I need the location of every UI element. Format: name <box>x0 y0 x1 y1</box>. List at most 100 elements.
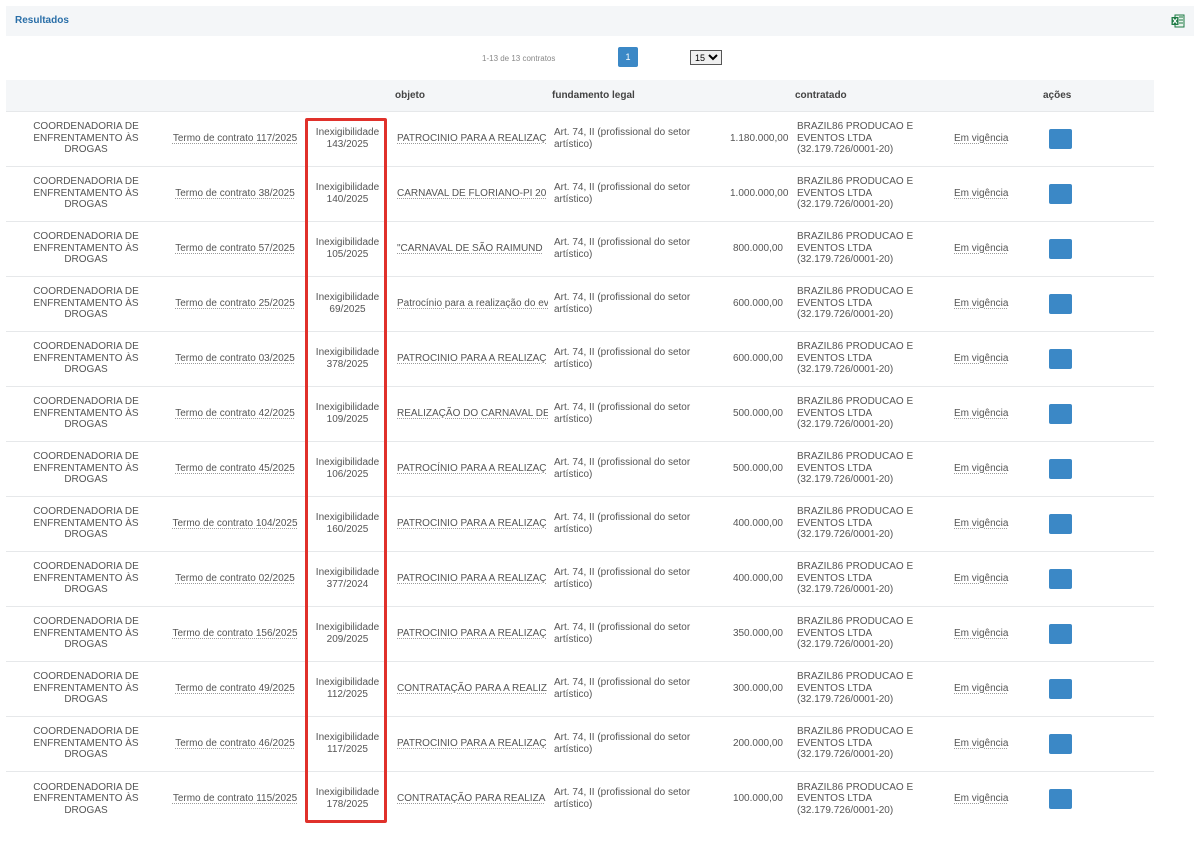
cell-termo[interactable]: Termo de contrato 57/2025 <box>166 220 304 276</box>
cell-status[interactable]: Em vigência <box>946 605 1039 661</box>
cell-objeto[interactable]: PATROCINIO PARA A REALIZAÇ <box>391 605 548 661</box>
termo-link[interactable]: Termo de contrato 02/2025 <box>175 573 295 584</box>
objeto-link[interactable]: PATROCINIO PARA A REALIZAÇ <box>397 353 546 364</box>
status-link[interactable]: Em vigência <box>954 738 1008 749</box>
cell-termo[interactable]: Termo de contrato 104/2025 <box>166 495 304 551</box>
action-button[interactable] <box>1049 568 1072 589</box>
action-button[interactable] <box>1049 128 1072 149</box>
status-link[interactable]: Em vigência <box>954 408 1008 419</box>
cell-termo[interactable]: Termo de contrato 49/2025 <box>166 660 304 716</box>
termo-link[interactable]: Termo de contrato 03/2025 <box>175 353 295 364</box>
objeto-link[interactable]: PATROCINIO PARA A REALIZAÇ <box>397 573 546 584</box>
action-button[interactable] <box>1049 733 1072 754</box>
action-button[interactable] <box>1049 238 1072 259</box>
termo-link[interactable]: Termo de contrato 42/2025 <box>175 408 295 419</box>
cell-objeto[interactable]: PATROCINIO PARA A REALIZAÇ <box>391 330 548 386</box>
action-button[interactable] <box>1049 403 1072 424</box>
termo-link[interactable]: Termo de contrato 104/2025 <box>172 518 297 529</box>
cell-objeto[interactable]: CARNAVAL DE FLORIANO-PI 20 <box>391 165 548 221</box>
status-link[interactable]: Em vigência <box>954 463 1008 474</box>
cell-status[interactable]: Em vigência <box>946 330 1039 386</box>
cell-termo[interactable]: Termo de contrato 45/2025 <box>166 440 304 496</box>
termo-link[interactable]: Termo de contrato 115/2025 <box>173 793 297 804</box>
objeto-link[interactable]: PATROCINIO PARA A REALIZAÇ <box>397 518 546 529</box>
cell-objeto[interactable]: CONTRATAÇÃO PARA A REALIZ <box>391 660 548 716</box>
cell-termo[interactable]: Termo de contrato 156/2025 <box>166 605 304 661</box>
cell-status[interactable]: Em vigência <box>946 770 1039 826</box>
termo-link[interactable]: Termo de contrato 57/2025 <box>175 243 295 254</box>
cell-processo: Inexigibilidade 178/2025 <box>304 770 391 826</box>
cell-termo[interactable]: Termo de contrato 38/2025 <box>166 165 304 221</box>
objeto-link[interactable]: Patrocínio para a realização do ev <box>397 298 548 309</box>
termo-link[interactable]: Termo de contrato 38/2025 <box>175 188 295 199</box>
cell-status[interactable]: Em vigência <box>946 385 1039 441</box>
cell-status[interactable]: Em vigência <box>946 110 1039 166</box>
action-button[interactable] <box>1049 348 1072 369</box>
cell-objeto[interactable]: REALIZAÇÃO DO CARNAVAL DE <box>391 385 548 441</box>
cell-status[interactable]: Em vigência <box>946 440 1039 496</box>
cell-objeto[interactable]: PATROCINIO PARA A REALIZAÇ <box>391 550 548 606</box>
cell-status[interactable]: Em vigência <box>946 660 1039 716</box>
cell-termo[interactable]: Termo de contrato 02/2025 <box>166 550 304 606</box>
cell-status[interactable]: Em vigência <box>946 495 1039 551</box>
objeto-link[interactable]: PATROCINIO PARA A REALIZAÇ <box>397 738 546 749</box>
status-link[interactable]: Em vigência <box>954 188 1008 199</box>
cell-status[interactable]: Em vigência <box>946 165 1039 221</box>
objeto-link[interactable]: CONTRATAÇÃO PARA A REALIZ <box>397 683 547 694</box>
termo-link[interactable]: Termo de contrato 156/2025 <box>172 628 297 639</box>
objeto-link[interactable]: REALIZAÇÃO DO CARNAVAL DE <box>397 408 548 419</box>
termo-link[interactable]: Termo de contrato 117/2025 <box>173 133 297 144</box>
objeto-link[interactable]: PATROCINIO PARA A REALIZAÇ <box>397 133 546 144</box>
action-button[interactable] <box>1049 678 1072 699</box>
status-link[interactable]: Em vigência <box>954 353 1008 364</box>
cell-termo[interactable]: Termo de contrato 42/2025 <box>166 385 304 441</box>
cell-objeto[interactable]: PATROCINIO PARA A REALIZAÇ <box>391 495 548 551</box>
objeto-link[interactable]: PATROCINIO PARA A REALIZAÇ <box>397 628 546 639</box>
termo-link[interactable]: Termo de contrato 45/2025 <box>175 463 295 474</box>
cell-termo[interactable]: Termo de contrato 115/2025 <box>166 770 304 826</box>
objeto-link[interactable]: CONTRATAÇÃO PARA REALIZA <box>397 793 545 804</box>
status-link[interactable]: Em vigência <box>954 573 1008 584</box>
cell-objeto[interactable]: PATROCINIO PARA A REALIZAÇ <box>391 715 548 771</box>
col-header-fundamento[interactable]: fundamento legal <box>548 80 729 111</box>
status-link[interactable]: Em vigência <box>954 133 1008 144</box>
cell-objeto[interactable]: PATROCÍNIO PARA A REALIZAÇ <box>391 440 548 496</box>
action-button[interactable] <box>1049 458 1072 479</box>
col-header-objeto[interactable]: objeto <box>391 80 548 111</box>
col-header-contratado[interactable]: contratado <box>791 80 946 111</box>
cell-objeto[interactable]: "CARNAVAL DE SÃO RAIMUND <box>391 220 548 276</box>
cell-acoes <box>1039 275 1154 331</box>
status-link[interactable]: Em vigência <box>954 518 1008 529</box>
page-1-button[interactable]: 1 <box>618 47 638 67</box>
action-button[interactable] <box>1049 623 1072 644</box>
action-button[interactable] <box>1049 788 1072 809</box>
cell-status[interactable]: Em vigência <box>946 715 1039 771</box>
termo-link[interactable]: Termo de contrato 49/2025 <box>175 683 295 694</box>
cell-contratado: BRAZIL86 PRODUCAO E EVENTOS LTDA (32.179… <box>791 385 946 441</box>
cell-objeto[interactable]: CONTRATAÇÃO PARA REALIZA <box>391 770 548 826</box>
cell-status[interactable]: Em vigência <box>946 220 1039 276</box>
cell-objeto[interactable]: Patrocínio para a realização do ev <box>391 275 548 331</box>
cell-termo[interactable]: Termo de contrato 03/2025 <box>166 330 304 386</box>
termo-link[interactable]: Termo de contrato 46/2025 <box>175 738 295 749</box>
status-link[interactable]: Em vigência <box>954 628 1008 639</box>
cell-termo[interactable]: Termo de contrato 46/2025 <box>166 715 304 771</box>
objeto-link[interactable]: "CARNAVAL DE SÃO RAIMUND <box>397 243 543 254</box>
status-link[interactable]: Em vigência <box>954 793 1008 804</box>
status-link[interactable]: Em vigência <box>954 683 1008 694</box>
cell-status[interactable]: Em vigência <box>946 275 1039 331</box>
status-link[interactable]: Em vigência <box>954 243 1008 254</box>
action-button[interactable] <box>1049 293 1072 314</box>
objeto-link[interactable]: PATROCÍNIO PARA A REALIZAÇ <box>397 463 546 474</box>
cell-termo[interactable]: Termo de contrato 25/2025 <box>166 275 304 331</box>
cell-objeto[interactable]: PATROCINIO PARA A REALIZAÇ <box>391 110 548 166</box>
objeto-link[interactable]: CARNAVAL DE FLORIANO-PI 20 <box>397 188 546 199</box>
action-button[interactable] <box>1049 183 1072 204</box>
excel-icon[interactable] <box>1171 14 1185 28</box>
termo-link[interactable]: Termo de contrato 25/2025 <box>175 298 295 309</box>
cell-termo[interactable]: Termo de contrato 117/2025 <box>166 110 304 166</box>
page-size-select[interactable]: 15 <box>690 50 722 65</box>
action-button[interactable] <box>1049 513 1072 534</box>
status-link[interactable]: Em vigência <box>954 298 1008 309</box>
cell-status[interactable]: Em vigência <box>946 550 1039 606</box>
